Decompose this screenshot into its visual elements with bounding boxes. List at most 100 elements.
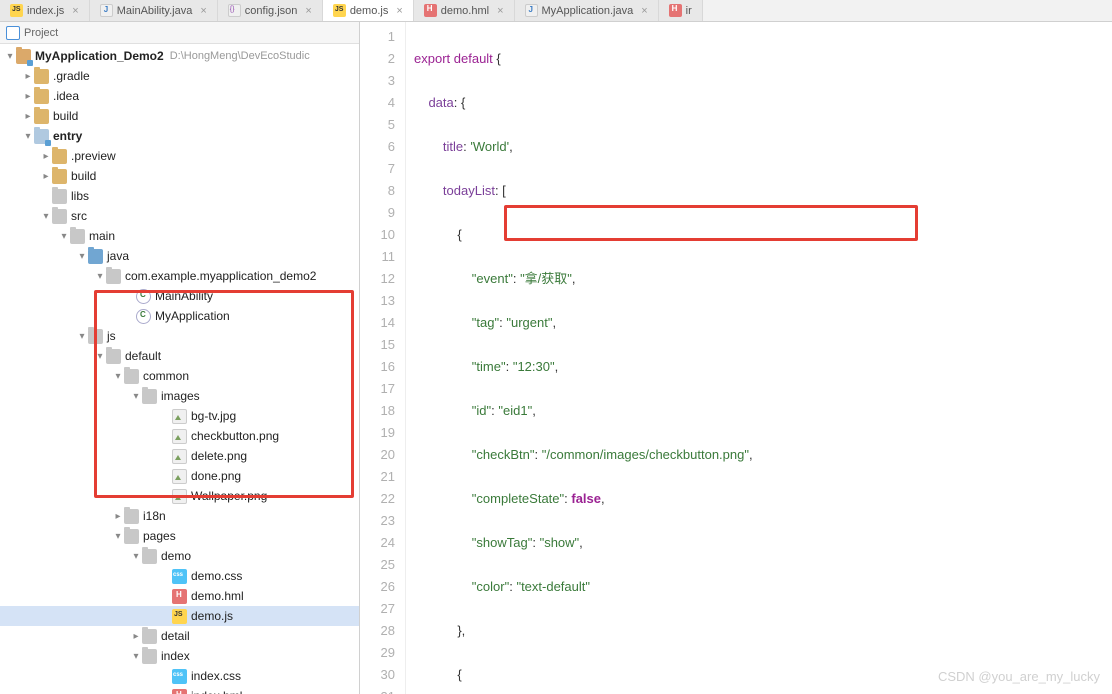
js-icon xyxy=(172,609,187,624)
tree-src[interactable]: ▾src xyxy=(0,206,359,226)
tree-class[interactable]: ▸MyApplication xyxy=(0,306,359,326)
folder-icon xyxy=(142,549,157,564)
tree-detail[interactable]: ▸detail xyxy=(0,626,359,646)
tab-ir[interactable]: ir xyxy=(659,0,703,21)
code-editor[interactable]: 1234567891011121314151617181920212223242… xyxy=(360,22,1112,694)
tree-file[interactable]: ▸demo.hml xyxy=(0,586,359,606)
close-icon[interactable]: × xyxy=(396,5,402,17)
close-icon[interactable]: × xyxy=(72,5,78,17)
js-icon xyxy=(333,4,346,17)
tree-file[interactable]: ▸demo.css xyxy=(0,566,359,586)
tree-file[interactable]: ▸done.png xyxy=(0,466,359,486)
folder-icon xyxy=(16,49,31,64)
tree-file[interactable]: ▸bg-tv.jpg xyxy=(0,406,359,426)
folder-icon xyxy=(34,89,49,104)
folder-icon xyxy=(142,629,157,644)
chevron-down-icon[interactable]: ▾ xyxy=(130,551,142,562)
tree-class[interactable]: ▸MainAbility xyxy=(0,286,359,306)
chevron-down-icon[interactable]: ▾ xyxy=(76,251,88,262)
tree-file[interactable]: ▸delete.png xyxy=(0,446,359,466)
editor-tabs: index.js× MainAbility.java× config.json×… xyxy=(0,0,1112,22)
tab-demo-js[interactable]: demo.js× xyxy=(323,0,414,21)
tree-i18n[interactable]: ▸i18n xyxy=(0,506,359,526)
folder-icon xyxy=(142,389,157,404)
folder-icon xyxy=(52,209,67,224)
folder-icon xyxy=(70,229,85,244)
tab-demo-hml[interactable]: demo.hml× xyxy=(414,0,515,21)
tab-main-ability[interactable]: MainAbility.java× xyxy=(90,0,218,21)
chevron-down-icon[interactable]: ▾ xyxy=(4,51,16,62)
folder-icon xyxy=(142,649,157,664)
chevron-down-icon[interactable]: ▾ xyxy=(130,391,142,402)
tree-file[interactable]: ▸index.css xyxy=(0,666,359,686)
chevron-down-icon[interactable]: ▾ xyxy=(112,371,124,382)
tree-package[interactable]: ▾com.example.myapplication_demo2 xyxy=(0,266,359,286)
chevron-right-icon[interactable]: ▸ xyxy=(22,91,34,102)
chevron-down-icon[interactable]: ▾ xyxy=(40,211,52,222)
hml-icon xyxy=(669,4,682,17)
tree-demo[interactable]: ▾demo xyxy=(0,546,359,566)
image-icon xyxy=(172,449,187,464)
code-content[interactable]: export default { data: { title: 'World',… xyxy=(406,22,1112,694)
tab-config-json[interactable]: config.json× xyxy=(218,0,323,21)
tree-item[interactable]: ▸.gradle xyxy=(0,66,359,86)
tree-item[interactable]: ▸.idea xyxy=(0,86,359,106)
tree-pages[interactable]: ▾pages xyxy=(0,526,359,546)
tree-file[interactable]: ▸index.hml xyxy=(0,686,359,694)
tree-default[interactable]: ▾default xyxy=(0,346,359,366)
folder-icon xyxy=(88,249,103,264)
tree-index[interactable]: ▾index xyxy=(0,646,359,666)
image-icon xyxy=(172,469,187,484)
chevron-down-icon[interactable]: ▾ xyxy=(58,231,70,242)
tree-item[interactable]: ▸build xyxy=(0,106,359,126)
css-icon xyxy=(172,569,187,584)
chevron-right-icon[interactable]: ▸ xyxy=(22,111,34,122)
image-icon xyxy=(172,489,187,504)
json-icon xyxy=(228,4,241,17)
tree-java[interactable]: ▾java xyxy=(0,246,359,266)
folder-icon xyxy=(124,529,139,544)
tree-main[interactable]: ▾main xyxy=(0,226,359,246)
close-icon[interactable]: × xyxy=(200,5,206,17)
java-icon xyxy=(525,4,538,17)
chevron-right-icon[interactable]: ▸ xyxy=(40,171,52,182)
hml-icon xyxy=(424,4,437,17)
project-tool-label[interactable]: Project xyxy=(0,22,359,44)
watermark: CSDN @you_are_my_lucky xyxy=(938,669,1100,684)
chevron-right-icon[interactable]: ▸ xyxy=(40,151,52,162)
tree-file-selected[interactable]: ▸demo.js xyxy=(0,606,359,626)
java-icon xyxy=(100,4,113,17)
chevron-down-icon[interactable]: ▾ xyxy=(94,351,106,362)
tree-file[interactable]: ▸Wallpaper.png xyxy=(0,486,359,506)
chevron-right-icon[interactable]: ▸ xyxy=(22,71,34,82)
chevron-down-icon[interactable]: ▾ xyxy=(76,331,88,342)
chevron-down-icon[interactable]: ▾ xyxy=(112,531,124,542)
tree-images[interactable]: ▾images xyxy=(0,386,359,406)
tree-item[interactable]: ▸.preview xyxy=(0,146,359,166)
folder-icon xyxy=(124,369,139,384)
folder-icon xyxy=(88,329,103,344)
tree-common[interactable]: ▾common xyxy=(0,366,359,386)
class-icon xyxy=(136,309,151,324)
tree-root[interactable]: ▾MyApplication_Demo2D:\HongMeng\DevEcoSt… xyxy=(0,46,359,66)
project-icon xyxy=(6,26,20,40)
tab-index-js[interactable]: index.js× xyxy=(0,0,90,21)
tree-item[interactable]: ▸build xyxy=(0,166,359,186)
chevron-down-icon[interactable]: ▾ xyxy=(22,131,34,142)
tree-js[interactable]: ▾js xyxy=(0,326,359,346)
chevron-down-icon[interactable]: ▾ xyxy=(130,651,142,662)
chevron-right-icon[interactable]: ▸ xyxy=(130,631,142,642)
chevron-down-icon[interactable]: ▾ xyxy=(94,271,106,282)
folder-icon xyxy=(34,109,49,124)
chevron-right-icon[interactable]: ▸ xyxy=(112,511,124,522)
folder-icon xyxy=(106,349,121,364)
folder-icon xyxy=(52,189,67,204)
tree-file[interactable]: ▸checkbutton.png xyxy=(0,426,359,446)
hml-icon xyxy=(172,689,187,694)
tab-myapplication-java[interactable]: MyApplication.java× xyxy=(515,0,659,21)
close-icon[interactable]: × xyxy=(641,5,647,17)
close-icon[interactable]: × xyxy=(305,5,311,17)
tree-entry[interactable]: ▾entry xyxy=(0,126,359,146)
close-icon[interactable]: × xyxy=(497,5,503,17)
tree-item[interactable]: ▸libs xyxy=(0,186,359,206)
